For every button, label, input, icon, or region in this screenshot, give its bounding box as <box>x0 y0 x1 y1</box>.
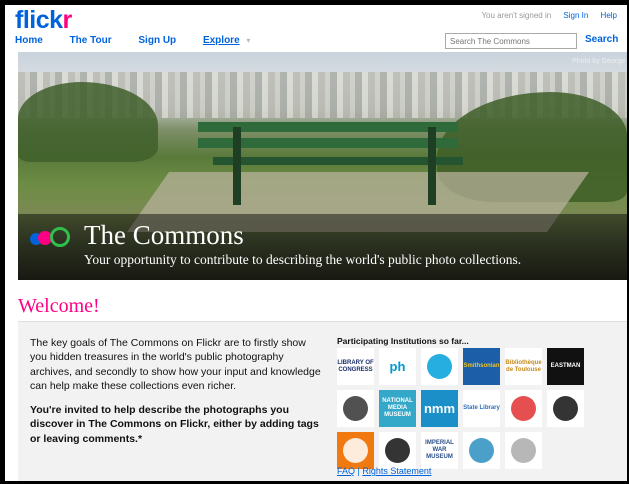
logo-glyph-icon <box>427 354 452 379</box>
bench-leg <box>428 127 436 205</box>
welcome-heading: Welcome! <box>18 295 100 317</box>
logo-glyph-icon <box>511 438 536 463</box>
nav-explore[interactable]: Explore <box>203 35 240 46</box>
logo-national-media-museum[interactable]: NATIONAL MEDIA MUSEUM <box>379 390 416 427</box>
logo-label: NATIONAL MEDIA MUSEUM <box>382 398 413 418</box>
logo-orange-logo[interactable] <box>337 432 374 469</box>
logo-label: Bibliothèque de Toulouse <box>505 359 542 373</box>
search-caret-icon[interactable]: ▾ <box>626 35 627 44</box>
top-bar: flickr You aren't signed in Sign In Help… <box>5 5 627 53</box>
invite-text: You're invited to help describe the phot… <box>30 404 319 445</box>
green-ring <box>50 227 70 247</box>
search-button[interactable]: Search ▾ <box>585 34 627 45</box>
logo-building-logo[interactable] <box>547 390 584 427</box>
institutions-title: Participating Institutions so far... <box>337 336 469 346</box>
explore-caret-icon[interactable]: ▾ <box>246 36 250 45</box>
logo-george-eastman-house[interactable]: EASTMAN <box>547 348 584 385</box>
commons-dots-icon <box>30 227 70 247</box>
logo-glyph-icon <box>553 396 578 421</box>
main-nav: Home The Tour Sign Up Explore ▾ <box>15 35 274 46</box>
logo-label: IMPERIAL WAR MUSEUM <box>425 440 454 460</box>
logo-label: ph <box>389 359 406 374</box>
logo-flick: flick <box>15 6 63 34</box>
logo-nmm[interactable]: nmm <box>421 390 458 427</box>
logo-library-of-congress[interactable]: LIBRARY OF CONGRESS <box>337 348 374 385</box>
logo-label: State Library <box>463 405 500 411</box>
help-link[interactable]: Help <box>601 11 617 20</box>
search-input[interactable] <box>445 33 577 49</box>
logo-label: EASTMAN <box>550 363 581 369</box>
logo-glyph-icon <box>343 438 368 463</box>
logo-star-logo[interactable] <box>463 432 500 469</box>
flickr-logo[interactable]: flickr <box>15 6 72 35</box>
hero-banner: Photo by George The Commons Your opportu… <box>18 52 627 280</box>
logo-r: r <box>62 6 73 34</box>
account-links: You aren't signed in Sign In Help <box>481 11 627 20</box>
search-button-label: Search <box>585 34 619 45</box>
footer-links: FAQ | Rights Statement <box>337 466 431 476</box>
logo-bibliotheque-toulouse[interactable]: Bibliothèque de Toulouse <box>505 348 542 385</box>
logo-gray-circle-logo[interactable] <box>505 432 542 469</box>
link-separator: | <box>357 466 360 476</box>
sign-in-link[interactable]: Sign In <box>563 11 588 20</box>
logo-powerhouse-museum[interactable]: ph <box>379 348 416 385</box>
bench-leg <box>233 127 241 205</box>
intro-text: The key goals of The Commons on Flickr a… <box>30 337 321 392</box>
logo-black-icon-logo[interactable] <box>379 432 416 469</box>
nav-tour[interactable]: The Tour <box>70 35 112 46</box>
logo-smithsonian[interactable]: Smithsonian <box>463 348 500 385</box>
hero-subtitle: Your opportunity to contribute to descri… <box>84 252 522 267</box>
logo-label: Smithsonian <box>463 363 500 369</box>
rights-statement-link[interactable]: Rights Statement <box>362 466 431 476</box>
logo-label: LIBRARY OF CONGRESS <box>337 359 374 373</box>
logo-seal-logo[interactable] <box>337 390 374 427</box>
logo-glyph-icon <box>511 396 536 421</box>
nav-home[interactable]: Home <box>15 35 43 46</box>
logo-label: nmm <box>423 401 456 416</box>
logo-glyph-icon <box>469 438 494 463</box>
logo-imperial-war-museum[interactable]: IMPERIAL WAR MUSEUM <box>421 432 458 469</box>
logo-book-logo[interactable] <box>505 390 542 427</box>
logo-state-library-nsw[interactable]: State Library <box>463 390 500 427</box>
page-frame: flickr You aren't signed in Sign In Help… <box>5 5 627 481</box>
photo-credit[interactable]: Photo by George <box>572 58 625 65</box>
bench-seat <box>213 157 463 165</box>
signed-out-status: You aren't signed in <box>481 11 552 20</box>
faq-link[interactable]: FAQ <box>337 466 355 476</box>
hero-title: The Commons <box>84 220 244 250</box>
logo-pinwheel-logo[interactable] <box>421 348 458 385</box>
logo-glyph-icon <box>385 438 410 463</box>
nav-signup[interactable]: Sign Up <box>138 35 176 46</box>
logo-glyph-icon <box>343 396 368 421</box>
